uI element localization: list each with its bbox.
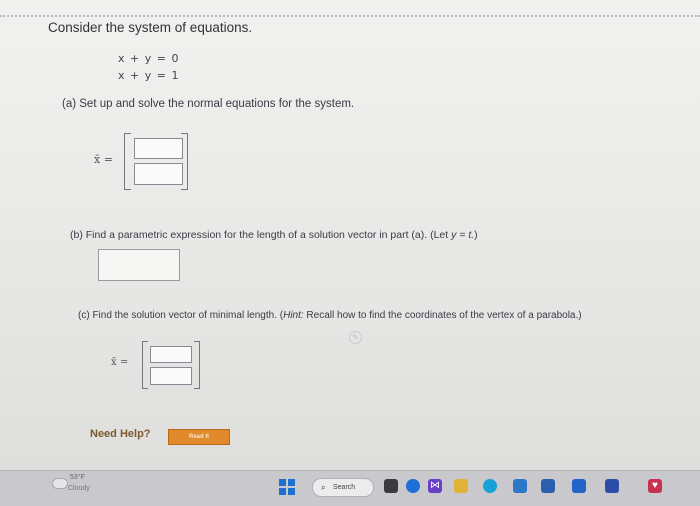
cloud-icon[interactable]	[52, 478, 68, 489]
start-tile	[279, 479, 286, 486]
edge-icon[interactable]	[483, 479, 497, 493]
part-c-answer-x2-input[interactable]	[150, 367, 192, 385]
pencil-icon[interactable]: ✎	[349, 331, 362, 344]
equation-1: x + y = 0	[118, 52, 180, 65]
part-c-text-before: (c) Find the solution vector of minimal …	[78, 310, 284, 321]
top-divider	[0, 15, 700, 17]
part-a-vector-label: x̄ =	[94, 153, 113, 166]
folder-icon[interactable]	[454, 479, 468, 493]
part-b-text: (b) Find a parametric expression for the…	[70, 229, 478, 241]
visual-studio-icon[interactable]: ⋈	[428, 479, 442, 493]
onedrive-icon[interactable]	[406, 479, 420, 493]
question-intro: Consider the system of equations.	[48, 20, 253, 35]
weather-temperature[interactable]: 53°F	[70, 474, 85, 481]
start-tile	[288, 488, 295, 495]
weather-condition[interactable]: Cloudy	[68, 485, 90, 492]
read-it-button[interactable]: Read It	[168, 429, 230, 445]
part-a-text: (a) Set up and solve the normal equation…	[62, 98, 355, 110]
word-icon[interactable]	[541, 479, 555, 493]
search-icon: ⌕	[321, 483, 326, 492]
part-c-text: (c) Find the solution vector of minimal …	[78, 310, 582, 321]
part-c-vector-label: x̄ =	[111, 357, 129, 368]
part-b-text-after: )	[474, 229, 478, 241]
file-explorer-icon[interactable]	[384, 479, 398, 493]
matrix-left-bracket	[142, 341, 148, 389]
part-c-hint-text: Recall how to find the coordinates of th…	[303, 310, 582, 321]
start-tile	[279, 488, 286, 495]
windows-taskbar: 53°F Cloudy ⌕ Search ⋈ ♥	[0, 470, 700, 506]
windows-start-icon[interactable]	[279, 479, 295, 495]
mail-icon[interactable]	[605, 479, 619, 493]
part-c-hint-label: Hint:	[283, 310, 304, 321]
equation-2: x + y = 1	[118, 69, 180, 82]
matrix-right-bracket	[194, 341, 200, 389]
part-b-answer-input[interactable]	[98, 249, 180, 281]
part-c-answer-x1-input[interactable]	[150, 346, 192, 363]
matrix-left-bracket	[124, 133, 131, 190]
app-blue-icon[interactable]	[572, 479, 586, 493]
part-a-answer-x1-input[interactable]	[134, 138, 183, 159]
assignment-page: Consider the system of equations. x + y …	[0, 0, 700, 470]
start-tile	[288, 479, 295, 486]
search-label: Search	[333, 484, 356, 491]
part-b-let-expression: y = t.	[451, 229, 475, 241]
photos-icon[interactable]: ♥	[648, 479, 662, 493]
taskbar-search-box[interactable]: ⌕ Search	[312, 478, 374, 497]
part-b-text-before: (b) Find a parametric expression for the…	[70, 229, 452, 241]
need-help-label: Need Help?	[90, 428, 151, 440]
part-a-answer-x2-input[interactable]	[134, 163, 183, 185]
app-icon[interactable]	[513, 479, 527, 493]
